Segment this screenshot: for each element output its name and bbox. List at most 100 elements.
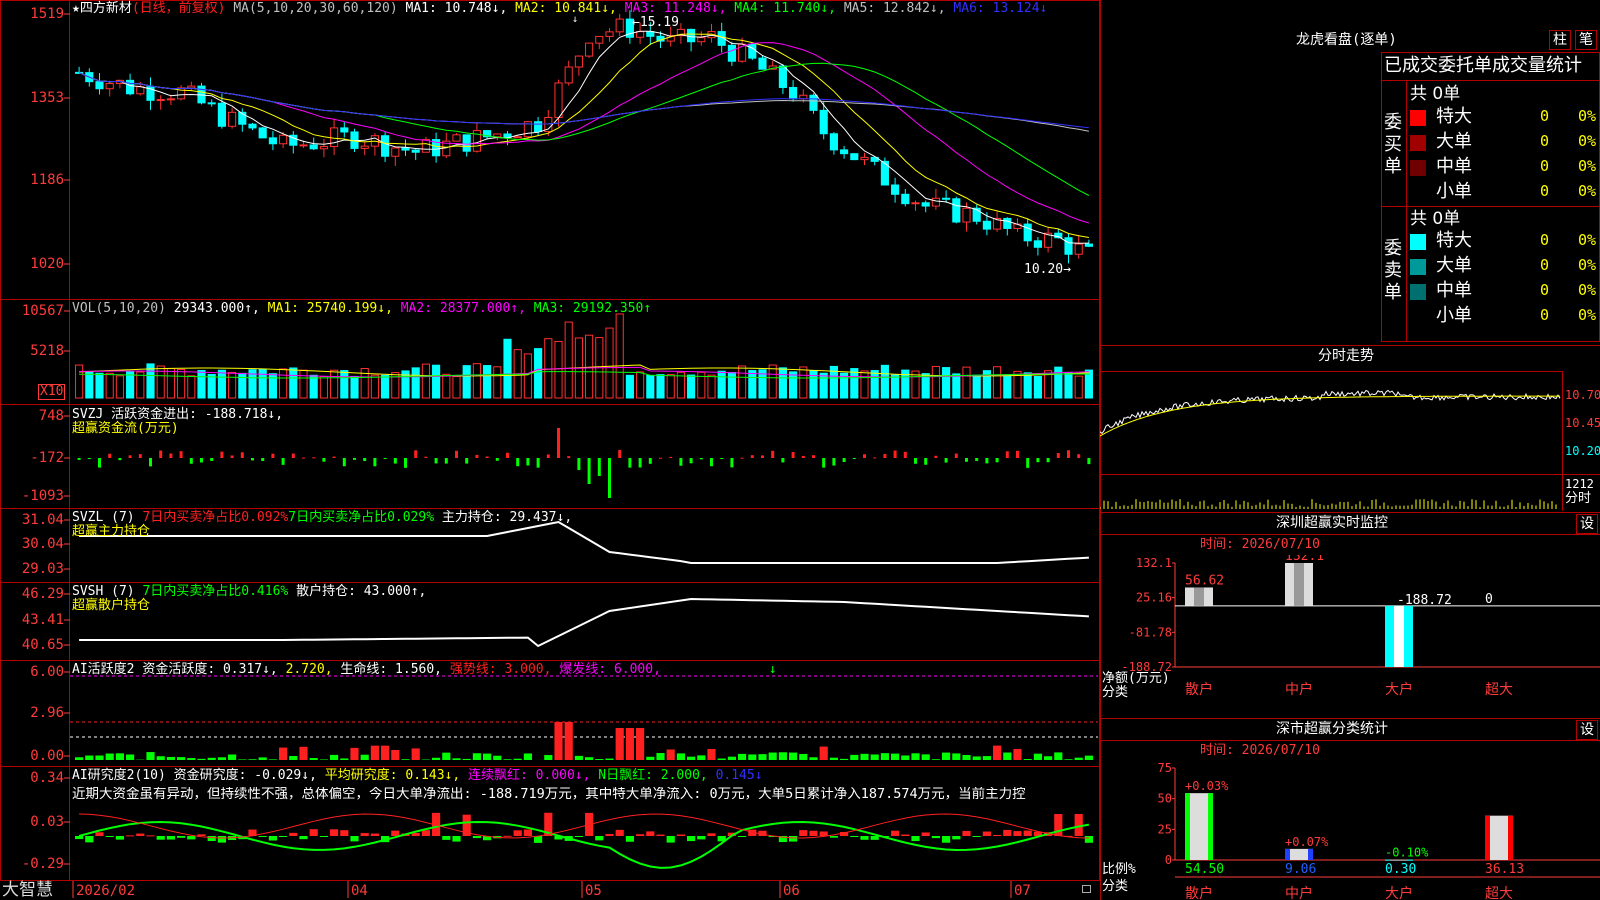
candle-body bbox=[952, 198, 961, 223]
fund-flow-bar bbox=[506, 452, 509, 458]
stock-name[interactable]: 四方新材 bbox=[80, 1, 132, 16]
volume-bar bbox=[166, 368, 175, 399]
fund-flow-bar bbox=[893, 450, 897, 458]
classify-bar-value: 36.13 bbox=[1485, 862, 1524, 877]
volume-bar bbox=[636, 371, 645, 399]
candle-body bbox=[381, 135, 390, 157]
candle-body bbox=[982, 220, 991, 230]
volume-bar bbox=[381, 374, 390, 399]
volume-bar bbox=[1074, 375, 1083, 399]
research-bar bbox=[268, 836, 277, 841]
activity-bar bbox=[350, 747, 359, 760]
volume-bar bbox=[942, 367, 951, 399]
activity-bar bbox=[146, 752, 155, 760]
sz-monitor-chart[interactable]: 132.125.16-81.78-188.7256.62散户132.1中户-18… bbox=[1100, 555, 1600, 715]
volume-bar bbox=[523, 353, 532, 399]
svsh-title: 超赢散户持仓 bbox=[72, 598, 151, 613]
research-bar bbox=[534, 836, 543, 843]
candle-body bbox=[207, 102, 216, 105]
order-pct: 0% bbox=[1578, 157, 1597, 175]
activity-bar bbox=[95, 755, 104, 760]
activity-bar bbox=[1044, 756, 1053, 760]
intraday-price-line bbox=[1100, 389, 1561, 435]
sz-monitor-settings-button[interactable]: 设 bbox=[1576, 514, 1598, 534]
activity-bar bbox=[513, 758, 522, 760]
volume-y-tick: 10567 bbox=[21, 303, 64, 319]
activity-bar bbox=[411, 748, 420, 760]
activity-bar bbox=[840, 758, 849, 760]
fund-flow-bar bbox=[1046, 458, 1050, 463]
fund-flow-bar bbox=[587, 458, 591, 484]
fund-flow-bar bbox=[924, 458, 928, 465]
research-bar bbox=[952, 836, 961, 840]
research-bar bbox=[891, 830, 900, 836]
candle-body bbox=[911, 202, 920, 205]
order-color-swatch bbox=[1410, 284, 1426, 300]
activity-bar bbox=[207, 757, 216, 760]
intraday-canvas[interactable] bbox=[1100, 371, 1563, 511]
order-size-label: 小单 bbox=[1436, 305, 1472, 326]
chart-canvas[interactable]: ←15.19 ↓ 10.20→ bbox=[0, 0, 1100, 900]
ai-active-y-tick: 6.00 bbox=[30, 664, 64, 680]
brand-logo: 大智慧 bbox=[2, 880, 53, 900]
classify-x-unit: 分类 bbox=[1102, 879, 1128, 894]
candle-body bbox=[1033, 240, 1042, 248]
candle-body bbox=[809, 94, 818, 111]
candle-body bbox=[942, 197, 951, 200]
svzj-title: 超赢资金流(万元) bbox=[72, 421, 179, 436]
sz-classify-chart[interactable]: 75 50 25 0 +0.03% 54.50 散户 +0.07% 9.06 中户 -0.10% 0.… bbox=[1100, 760, 1600, 900]
activity-bar bbox=[1023, 759, 1032, 760]
volume-bar bbox=[503, 338, 512, 399]
sz-classify-time: 时间: 2026/07/10 bbox=[1200, 743, 1320, 758]
volume-bar bbox=[799, 366, 808, 399]
order-pct: 0% bbox=[1578, 132, 1597, 150]
research-bar bbox=[421, 830, 430, 836]
dragon-side-divider bbox=[1406, 80, 1407, 342]
research-bar bbox=[85, 836, 94, 843]
candle-body bbox=[1023, 223, 1032, 242]
order-pct: 0% bbox=[1578, 256, 1597, 274]
candle-body bbox=[452, 134, 461, 142]
pen-mode-button[interactable]: 笔 bbox=[1575, 30, 1597, 50]
bar-mode-button[interactable]: 柱 bbox=[1549, 30, 1571, 50]
classify-bar-edge bbox=[1508, 815, 1513, 860]
volume-bar bbox=[472, 363, 481, 399]
candle-body bbox=[727, 44, 736, 62]
candle-body bbox=[105, 82, 114, 90]
main-position-line bbox=[79, 520, 1089, 564]
volume-bar bbox=[1054, 366, 1063, 399]
research-bar bbox=[574, 836, 583, 837]
activity-bar bbox=[921, 754, 930, 760]
volume-legend-item: MA2: 28377.000↑, bbox=[400, 301, 534, 316]
volume-bar bbox=[126, 371, 135, 399]
chart-mode[interactable]: (日线，前复权) bbox=[132, 1, 226, 16]
classify-bar-delta: +0.03% bbox=[1185, 779, 1229, 793]
volume-bar bbox=[258, 368, 267, 399]
fund-flow-bar bbox=[710, 458, 713, 467]
activity-bar bbox=[75, 757, 84, 760]
activity-bar bbox=[829, 757, 838, 760]
fund-flow-bar bbox=[312, 457, 316, 459]
activity-bar bbox=[1084, 755, 1093, 760]
activity-bar bbox=[809, 757, 818, 760]
volume-y-tick: 5218 bbox=[30, 343, 64, 359]
activity-bar bbox=[289, 755, 298, 760]
candle-body bbox=[1003, 217, 1012, 229]
volume-bar bbox=[666, 374, 675, 399]
volume-bar bbox=[452, 375, 461, 399]
volume-bar bbox=[197, 370, 206, 399]
sz-classify-settings-button[interactable]: 设 bbox=[1576, 720, 1598, 740]
fund-flow-bar bbox=[832, 458, 836, 466]
activity-bar bbox=[615, 728, 624, 760]
activity-bar bbox=[115, 753, 124, 760]
ai-research-y-tick: 0.34 bbox=[30, 770, 64, 786]
dragon-tabs[interactable]: 已成交委托单成交量统计 bbox=[1384, 56, 1582, 76]
fund-flow-bar bbox=[557, 428, 560, 458]
candle-body bbox=[493, 133, 502, 138]
research-bar bbox=[177, 836, 186, 838]
svsh-y-tick: 46.29 bbox=[21, 586, 64, 602]
lock-icon[interactable] bbox=[1082, 885, 1091, 893]
volume-bar bbox=[483, 365, 492, 399]
activity-bar bbox=[697, 755, 706, 760]
fund-flow-bar bbox=[995, 458, 999, 463]
